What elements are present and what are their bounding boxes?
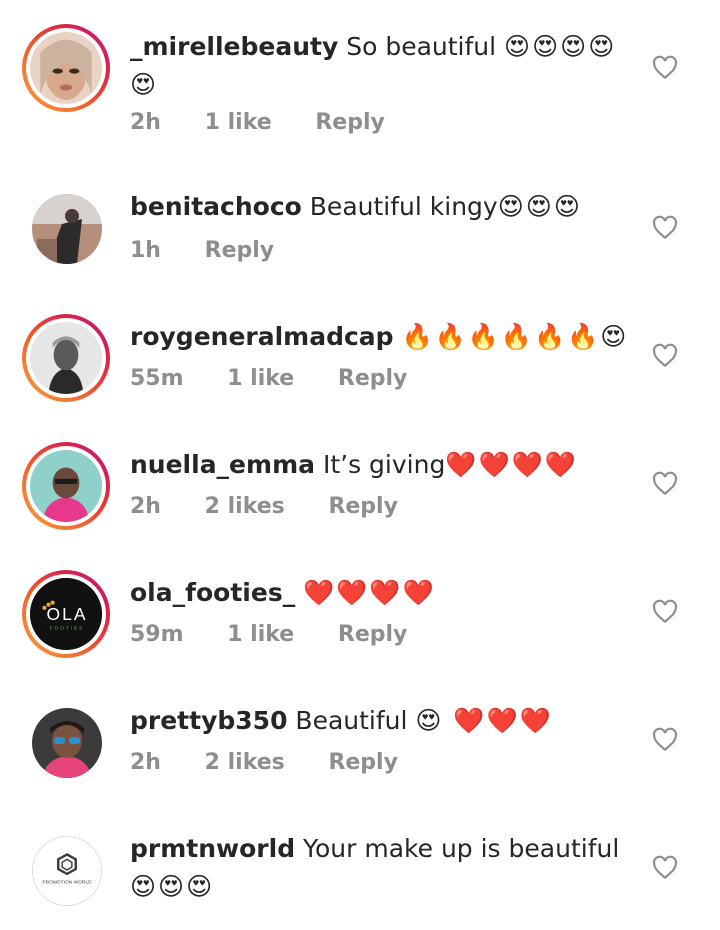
- comment-emoji: ❤️❤️❤️❤️: [303, 578, 436, 607]
- comment-body: So beautiful: [346, 32, 497, 61]
- avatar[interactable]: [32, 708, 102, 778]
- username-link[interactable]: prettyb350: [130, 706, 287, 735]
- comment-emoji: 😍😍😍: [130, 872, 215, 901]
- pink-portrait-avatar-image: [30, 450, 102, 522]
- comment-item: benitachoco Beautiful kingy😍😍😍 1h Reply: [0, 160, 720, 288]
- comment-meta: 2h 2 likes Reply: [130, 750, 434, 775]
- comment-meta: 59m 1 like Reply: [130, 622, 443, 647]
- like-count[interactable]: 2 likes: [205, 750, 285, 775]
- comment-text: ola_footies_ ❤️❤️❤️❤️: [130, 574, 630, 612]
- comment-text: _mirellebeauty So beautiful 😍😍😍😍😍: [130, 28, 630, 104]
- promo-logo-text: PROMOTION WORLD: [42, 880, 92, 886]
- comment-emoji: 😍😍😍: [497, 192, 582, 221]
- like-count[interactable]: 1 like: [227, 622, 294, 647]
- reply-button[interactable]: Reply: [338, 366, 408, 391]
- reply-button[interactable]: Reply: [315, 110, 385, 135]
- comment-time: 2h: [130, 494, 161, 519]
- comment-meta: 55m 1 like Reply: [130, 366, 443, 391]
- comment-time: 2h: [130, 750, 161, 775]
- story-ring[interactable]: OLA FOOTIES: [22, 570, 110, 658]
- comment-text: prmtnworld Your make up is beautiful 😍😍😍: [130, 830, 630, 906]
- comment-meta: 2h 2 likes Reply: [130, 494, 434, 519]
- heart-icon[interactable]: [652, 215, 678, 241]
- comment-text: benitachoco Beautiful kingy😍😍😍: [130, 188, 630, 226]
- comment-text: nuella_emma It’s giving❤️❤️❤️❤️: [130, 446, 630, 484]
- username-link[interactable]: benitachoco: [130, 192, 302, 221]
- avatar[interactable]: [30, 322, 102, 394]
- comment-body: Your make up is beautiful: [303, 834, 620, 863]
- heart-icon[interactable]: [652, 471, 678, 497]
- heart-icon[interactable]: [652, 55, 678, 81]
- story-ring[interactable]: [22, 442, 110, 530]
- promotion-world-logo-avatar-image: PROMOTION WORLD: [33, 837, 101, 905]
- comment-time: 1h: [130, 238, 161, 263]
- comment-item: roygeneralmadcap 🔥🔥🔥🔥🔥🔥😍 55m 1 like Repl…: [0, 290, 720, 418]
- avatar[interactable]: OLA FOOTIES: [30, 578, 102, 650]
- username-link[interactable]: _mirellebeauty: [130, 32, 338, 61]
- ola-logo-subtext: FOOTIES: [50, 625, 85, 630]
- sunglasses-avatar-image: [32, 708, 102, 778]
- avatar[interactable]: [30, 450, 102, 522]
- comment-body: Beautiful: [295, 706, 408, 735]
- ola-logo-avatar-image: OLA FOOTIES: [30, 578, 102, 650]
- username-link[interactable]: ola_footies_: [130, 578, 295, 607]
- comment-emoji: 🔥🔥🔥🔥🔥🔥😍: [401, 322, 629, 351]
- comment-time: 59m: [130, 622, 184, 647]
- like-count[interactable]: 1 like: [205, 110, 272, 135]
- comment-time: 55m: [130, 366, 184, 391]
- comment-body: Beautiful kingy: [309, 192, 498, 221]
- username-link[interactable]: prmtnworld: [130, 834, 295, 863]
- story-ring[interactable]: [22, 314, 110, 402]
- comment-text: roygeneralmadcap 🔥🔥🔥🔥🔥🔥😍: [130, 318, 630, 356]
- comment-time: 2h: [130, 110, 161, 135]
- comment-meta: 1h Reply: [130, 238, 310, 263]
- comment-body: It’s giving: [322, 450, 446, 479]
- ola-logo-text: OLA: [46, 604, 87, 624]
- comment-text: prettyb350 Beautiful 😍 ❤️❤️❤️: [130, 702, 630, 740]
- heart-icon[interactable]: [652, 727, 678, 753]
- face-avatar-image: [30, 32, 102, 104]
- like-count[interactable]: 2 likes: [205, 494, 285, 519]
- comment-item: _mirellebeauty So beautiful 😍😍😍😍😍 2h 1 l…: [0, 0, 720, 135]
- avatar[interactable]: [30, 32, 102, 104]
- studio-avatar-image: [32, 194, 102, 264]
- heart-icon[interactable]: [652, 599, 678, 625]
- heart-icon[interactable]: [652, 343, 678, 369]
- bw-portrait-avatar-image: [30, 322, 102, 394]
- comment-emoji: ❤️❤️❤️❤️: [445, 450, 578, 479]
- comment-emoji: 😍 ❤️❤️❤️: [415, 706, 553, 735]
- avatar[interactable]: PROMOTION WORLD: [32, 836, 102, 906]
- username-link[interactable]: nuella_emma: [130, 450, 315, 479]
- heart-icon[interactable]: [652, 855, 678, 881]
- reply-button[interactable]: Reply: [205, 238, 275, 263]
- reply-button[interactable]: Reply: [328, 750, 398, 775]
- comment-item: OLA FOOTIES ola_footies_ ❤️❤️❤️❤️ 59m 1 …: [0, 546, 720, 674]
- comment-meta: 2h 1 like Reply: [130, 110, 421, 135]
- story-ring[interactable]: [22, 24, 110, 112]
- username-link[interactable]: roygeneralmadcap: [130, 322, 394, 351]
- comment-item: nuella_emma It’s giving❤️❤️❤️❤️ 2h 2 lik…: [0, 418, 720, 546]
- comment-item: prettyb350 Beautiful 😍 ❤️❤️❤️ 2h 2 likes…: [0, 674, 720, 802]
- reply-button[interactable]: Reply: [338, 622, 408, 647]
- avatar[interactable]: [32, 194, 102, 264]
- like-count[interactable]: 1 like: [227, 366, 294, 391]
- reply-button[interactable]: Reply: [328, 494, 398, 519]
